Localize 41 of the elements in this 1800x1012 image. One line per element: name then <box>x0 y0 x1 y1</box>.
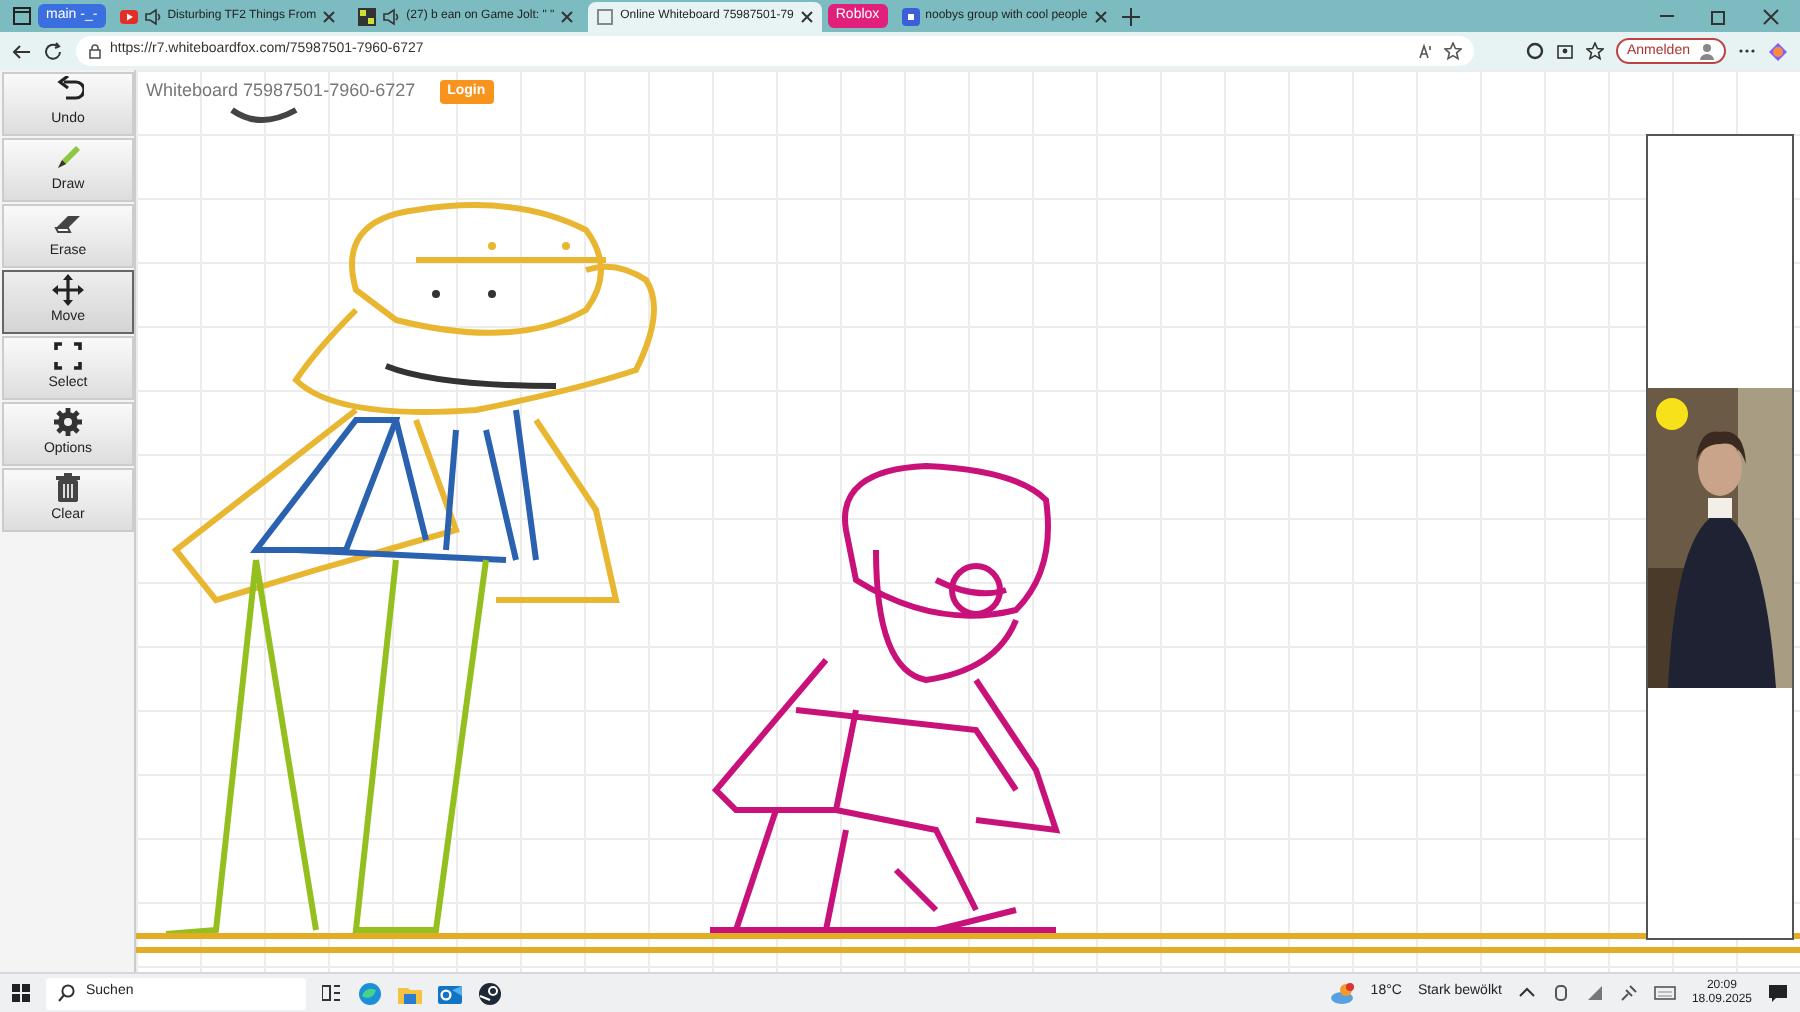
collections-icon[interactable] <box>1556 42 1575 60</box>
tab-actions-icon[interactable] <box>12 6 32 26</box>
close-icon[interactable] <box>1093 9 1108 23</box>
mail-icon[interactable] <box>438 981 462 1005</box>
close-icon[interactable] <box>322 9 337 23</box>
browser-icon[interactable] <box>358 981 382 1005</box>
lock-icon <box>88 43 102 59</box>
speaker-icon[interactable] <box>143 7 162 25</box>
back-icon[interactable] <box>12 41 32 61</box>
select-icon <box>52 340 84 373</box>
reload-icon[interactable] <box>44 41 64 61</box>
network-icon[interactable] <box>1585 984 1604 1002</box>
close-icon[interactable] <box>799 10 814 24</box>
circle-stroke-drawing <box>230 107 298 123</box>
settings-icon <box>52 406 84 439</box>
favicon-icon <box>901 7 920 25</box>
favicon-icon <box>358 7 377 25</box>
close-icon[interactable] <box>560 9 575 23</box>
board-title: Whiteboard 75987501-7960-6727 <box>146 78 416 104</box>
weather-icon[interactable] <box>1330 981 1355 1005</box>
favicon-icon <box>119 7 138 25</box>
read-aloud-icon[interactable] <box>1418 42 1437 60</box>
chevron-up-icon[interactable] <box>1517 984 1536 1002</box>
move-icon <box>52 274 84 307</box>
notification-icon[interactable] <box>1768 983 1788 1003</box>
game-launcher-icon[interactable] <box>478 981 502 1005</box>
favorite-star-icon[interactable] <box>1444 42 1463 60</box>
search-icon <box>58 984 76 1002</box>
restore-icon[interactable] <box>1710 7 1728 25</box>
start-icon[interactable] <box>12 984 30 1002</box>
speaker-icon[interactable] <box>382 7 401 25</box>
new-tab-icon[interactable] <box>1121 7 1140 25</box>
copilot-icon[interactable] <box>1768 41 1788 61</box>
device-icon[interactable] <box>1551 984 1570 1002</box>
avatar-icon <box>1698 42 1716 60</box>
favicon-icon <box>596 8 615 26</box>
favorites-icon[interactable] <box>1586 42 1605 60</box>
close-icon[interactable] <box>1762 7 1780 25</box>
trash-icon <box>52 472 84 505</box>
keyboard-icon[interactable] <box>1653 984 1676 1002</box>
task-view-icon[interactable] <box>322 983 342 1003</box>
